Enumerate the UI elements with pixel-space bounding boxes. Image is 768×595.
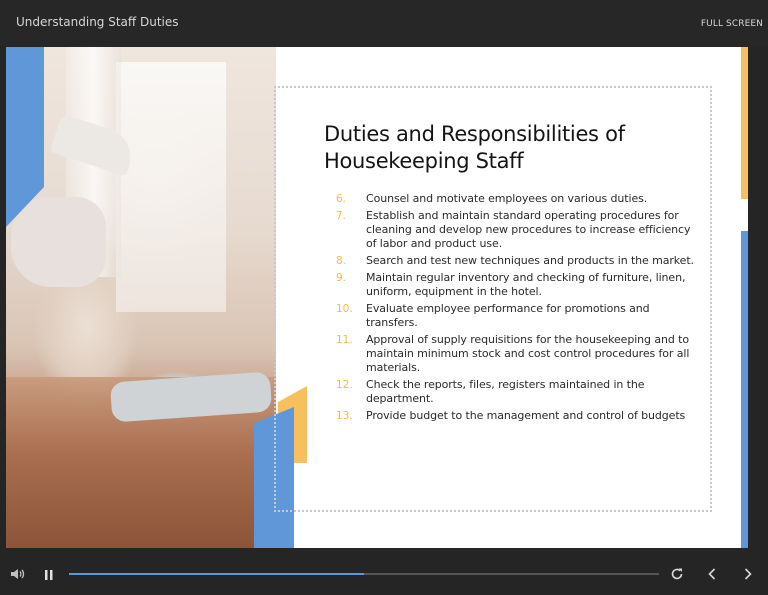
pause-button[interactable] (44, 568, 54, 580)
list-item: 13. Provide budget to the management and… (336, 409, 696, 423)
item-number: 10. (336, 303, 353, 315)
list-item: 9. Maintain regular inventory and checki… (336, 271, 696, 299)
replay-icon (671, 568, 683, 580)
photo-window (116, 62, 226, 312)
title-bar: Understanding Staff Duties FULL SCREEN (0, 0, 768, 46)
item-number: 9. (336, 272, 347, 284)
duties-list: 6. Counsel and motivate employees on var… (336, 192, 696, 426)
list-item: 6. Counsel and motivate employees on var… (336, 192, 696, 206)
progress-bar[interactable] (69, 573, 659, 575)
list-item: 10. Evaluate employee performance for pr… (336, 302, 696, 330)
list-item: 12. Check the reports, files, registers … (336, 378, 696, 406)
item-text: Approval of supply requisitions for the … (366, 333, 690, 374)
item-text: Provide budget to the management and con… (366, 409, 686, 422)
blue-accent-left-tip (6, 187, 44, 227)
item-text: Check the reports, files, registers main… (366, 378, 645, 405)
item-number: 6. (336, 193, 347, 205)
player-controls (0, 549, 768, 595)
item-text: Establish and maintain standard operatin… (366, 209, 691, 250)
item-text: Search and test new techniques and produ… (366, 254, 694, 267)
volume-icon[interactable] (10, 567, 25, 581)
yellow-accent-right (741, 47, 748, 199)
item-text: Evaluate employee performance for promot… (366, 302, 650, 329)
fullscreen-button[interactable]: FULL SCREEN (701, 19, 763, 29)
item-text: Counsel and motivate employees on variou… (366, 192, 648, 205)
next-button[interactable] (742, 567, 754, 581)
blue-accent-right (741, 231, 748, 548)
blue-accent-left (6, 47, 44, 187)
pause-icon (45, 570, 53, 580)
item-number: 13. (336, 410, 353, 422)
slide-heading: Duties and Responsibilities of Housekeep… (324, 122, 625, 173)
item-text: Maintain regular inventory and checking … (366, 271, 686, 298)
list-item: 7. Establish and maintain standard opera… (336, 209, 696, 251)
list-item: 8. Search and test new techniques and pr… (336, 254, 696, 268)
course-title: Understanding Staff Duties (16, 15, 179, 29)
next-icon (744, 568, 752, 580)
cleaning-photo (6, 47, 276, 548)
replay-button[interactable] (670, 567, 684, 581)
previous-icon (708, 568, 716, 580)
item-number: 11. (336, 334, 353, 346)
item-number: 12. (336, 379, 353, 391)
item-number: 7. (336, 210, 347, 222)
slide: Duties and Responsibilities of Housekeep… (6, 47, 748, 548)
previous-button[interactable] (706, 567, 718, 581)
item-number: 8. (336, 255, 347, 267)
list-item: 11. Approval of supply requisitions for … (336, 333, 696, 375)
progress-fill (69, 573, 364, 575)
